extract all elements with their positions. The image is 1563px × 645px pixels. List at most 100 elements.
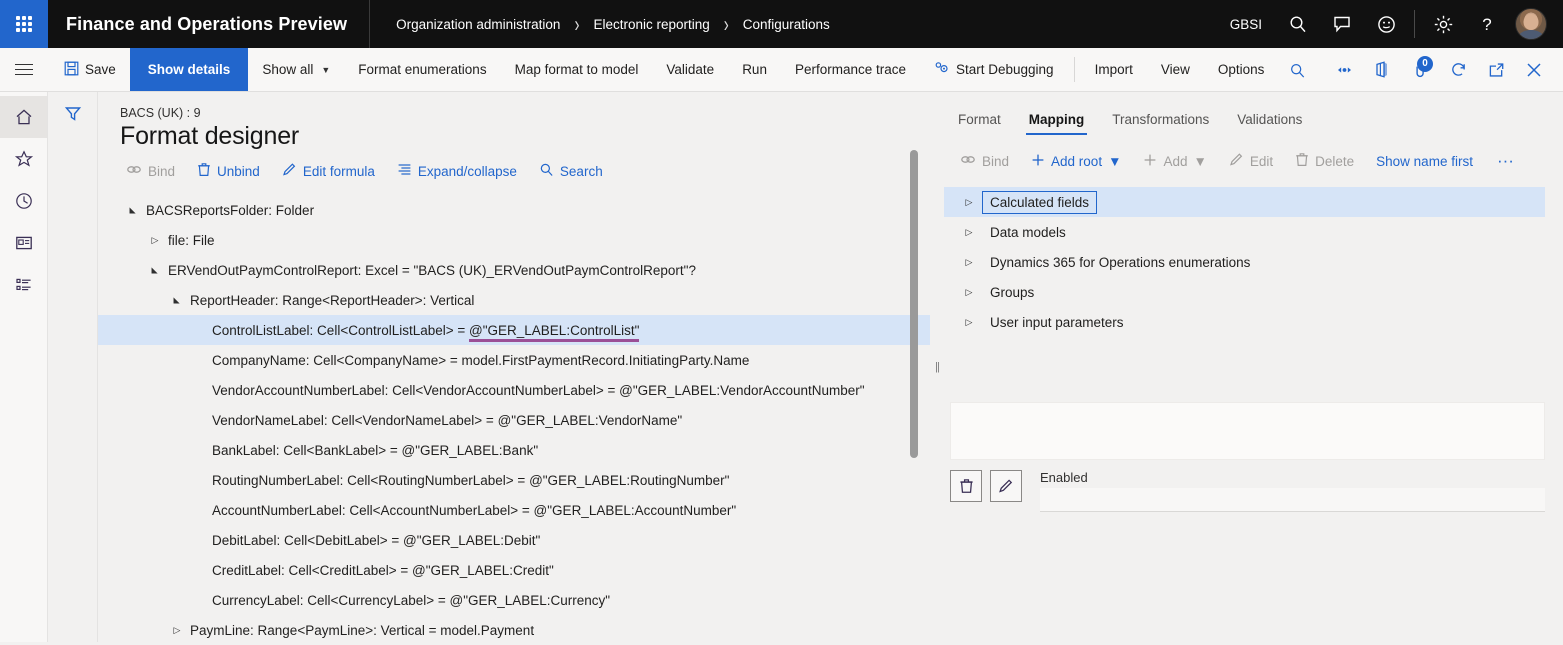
breadcrumb-item-2[interactable]: Electronic reporting [593,17,709,32]
tab-transformations[interactable]: Transformations [1098,106,1223,135]
filter-funnel-icon[interactable] [63,104,83,642]
mapping-tree-row[interactable]: Calculated fields [944,187,1545,217]
bound-expression-underline: @"GER_LABEL:ControlList" [469,322,640,342]
format-enumerations-button[interactable]: Format enumerations [344,48,500,91]
mapping-tree-row[interactable]: Groups [944,277,1545,307]
collapse-twisty-icon[interactable] [120,206,146,215]
run-button[interactable]: Run [728,48,781,91]
expand-twisty-icon[interactable] [142,235,168,246]
sidebar-item-favorites[interactable] [0,138,47,180]
gear-icon[interactable] [1421,0,1465,48]
overflow-menu-button[interactable]: ··· [1485,152,1526,169]
delete-icon-button[interactable] [950,470,982,502]
enabled-field[interactable] [1040,488,1545,512]
format-tree-row[interactable]: VendorAccountNumberLabel: Cell<VendorAcc… [98,375,930,405]
open-in-new-window-icon[interactable] [1477,48,1515,92]
feedback-smiley-icon[interactable] [1364,0,1408,48]
add-root-dropdown[interactable]: Add root ▼ [1021,148,1131,175]
format-tree-row[interactable]: DebitLabel: Cell<DebitLabel> = @"GER_LAB… [98,525,930,555]
format-tree-row[interactable]: ERVendOutPaymControlReport: Excel = "BAC… [98,255,930,285]
mapping-edit-button[interactable]: Edit [1219,147,1283,175]
import-button[interactable]: Import [1081,48,1147,91]
mapping-tree-row-label: Data models [990,224,1066,240]
mapping-tree-row[interactable]: Dynamics 365 for Operations enumerations [944,247,1545,277]
validate-button[interactable]: Validate [652,48,728,91]
view-button[interactable]: View [1147,48,1204,91]
format-tree-row[interactable]: AccountNumberLabel: Cell<AccountNumberLa… [98,495,930,525]
edit-formula-button[interactable]: Edit formula [272,157,385,185]
mapping-tabs: Format Mapping Transformations Validatio… [944,106,1545,135]
mapping-bind-button[interactable]: Bind [950,148,1019,174]
bind-button[interactable]: Bind [116,158,185,184]
message-icon[interactable] [1320,0,1364,48]
breadcrumb-chevron-icon: › [723,11,729,37]
attachments-icon[interactable]: 0 [1401,48,1439,92]
format-tree-row[interactable]: ReportHeader: Range<ReportHeader>: Verti… [98,285,930,315]
action-pane-search-icon[interactable] [1278,48,1316,92]
panel-splitter[interactable]: || [930,92,944,642]
edit-icon-button[interactable] [990,470,1022,502]
company-selector[interactable]: GBSI [1216,17,1276,32]
sidebar-item-recent[interactable] [0,180,47,222]
save-label: Save [85,62,116,77]
performance-trace-button[interactable]: Performance trace [781,48,920,91]
tab-mapping[interactable]: Mapping [1015,106,1099,135]
format-tree-row[interactable]: CurrencyLabel: Cell<CurrencyLabel> = @"G… [98,585,930,615]
show-details-button[interactable]: Show details [129,48,249,91]
format-tree-row[interactable]: file: File [98,225,930,255]
expand-twisty-icon[interactable] [164,625,190,636]
format-tree-row[interactable]: CompanyName: Cell<CompanyName> = model.F… [98,345,930,375]
start-debugging-button[interactable]: Start Debugging [920,48,1068,91]
sidebar-item-modules[interactable] [0,264,47,306]
app-launcher-icon[interactable] [0,0,48,48]
bind-link-icon [960,153,976,169]
search-button[interactable]: Search [529,157,613,185]
tab-validations[interactable]: Validations [1223,106,1316,135]
breadcrumb-item-3[interactable]: Configurations [743,17,830,32]
expand-twisty-icon[interactable] [956,197,982,208]
show-name-first-button[interactable]: Show name first [1366,149,1483,174]
format-tree-row[interactable]: VendorNameLabel: Cell<VendorNameLabel> =… [98,405,930,435]
format-tree-row-label: CreditLabel: Cell<CreditLabel> = @"GER_L… [212,562,554,578]
mapping-tree-row[interactable]: Data models [944,217,1545,247]
office-apps-icon[interactable] [1363,48,1401,92]
expand-twisty-icon[interactable] [956,287,982,298]
format-tree-row[interactable]: RoutingNumberLabel: Cell<RoutingNumberLa… [98,465,930,495]
options-button[interactable]: Options [1204,48,1279,91]
format-tree-row[interactable]: BankLabel: Cell<BankLabel> = @"GER_LABEL… [98,435,930,465]
collapse-twisty-icon[interactable] [142,266,168,275]
search-icon[interactable] [1276,0,1320,48]
save-button[interactable]: Save [48,48,130,91]
share-links-icon[interactable] [1325,48,1363,92]
format-tree-row[interactable]: CreditLabel: Cell<CreditLabel> = @"GER_L… [98,555,930,585]
format-tree-row[interactable]: ControlListLabel: Cell<ControlListLabel>… [98,315,930,345]
vertical-scrollbar[interactable] [910,150,918,490]
add-dropdown[interactable]: Add ▼ [1133,148,1216,175]
format-tree-row[interactable]: BACSReportsFolder: Folder [98,195,930,225]
avatar[interactable] [1515,8,1547,40]
close-icon[interactable] [1515,48,1553,92]
map-format-to-model-button[interactable]: Map format to model [501,48,653,91]
expand-collapse-label: Expand/collapse [417,163,517,179]
show-all-dropdown[interactable]: Show all ▼ [248,48,344,91]
mapping-detail-panel [950,402,1545,460]
sidebar-item-home[interactable] [0,96,47,138]
tab-format[interactable]: Format [944,106,1015,135]
expand-twisty-icon[interactable] [956,257,982,268]
brand-title[interactable]: Finance and Operations Preview [48,0,371,48]
mapping-tree-row[interactable]: User input parameters [944,307,1545,337]
expand-twisty-icon[interactable] [956,227,982,238]
expand-collapse-button[interactable]: Expand/collapse [387,157,527,185]
mapping-tree-row-label: Calculated fields [982,190,1098,214]
format-tree-row[interactable]: PaymLine: Range<PaymLine>: Vertical = mo… [98,615,930,645]
help-question-icon[interactable]: ? [1465,0,1509,48]
expand-twisty-icon[interactable] [956,317,982,328]
breadcrumb-item-1[interactable]: Organization administration [396,17,560,32]
hamburger-menu-icon[interactable] [0,48,48,91]
sidebar-item-workspaces[interactable] [0,222,47,264]
unbind-button[interactable]: Unbind [187,157,270,185]
collapse-twisty-icon[interactable] [164,296,190,305]
mapping-delete-button[interactable]: Delete [1285,147,1364,175]
scrollbar-thumb[interactable] [910,150,918,458]
refresh-icon[interactable] [1439,48,1477,92]
